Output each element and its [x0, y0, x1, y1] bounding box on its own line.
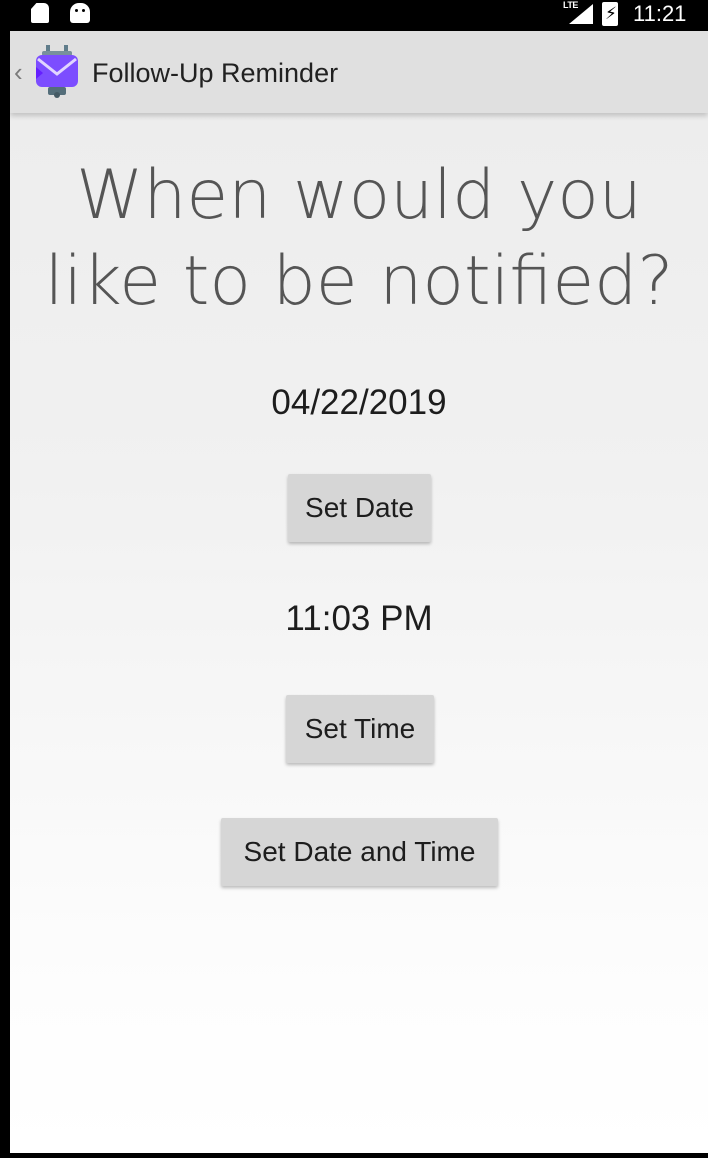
selected-time: 11:03 PM	[285, 599, 433, 638]
network-type-label: LTE	[563, 0, 578, 10]
action-bar: ‹ Follow-Up Reminder	[10, 31, 708, 113]
envelope-robot-icon[interactable]	[34, 45, 80, 99]
selected-date: 04/22/2019	[271, 383, 447, 422]
status-clock: 11:21	[633, 1, 687, 26]
android-icon	[70, 3, 90, 23]
screen-bottom-edge	[0, 1153, 708, 1158]
set-date-button[interactable]: Set Date	[288, 474, 431, 542]
toolbar-title: Follow-Up Reminder	[92, 58, 339, 88]
device-screen: LTE ⚡ 11:21 ‹ Follow-Up Reminder When wo…	[0, 0, 708, 1158]
set-date-and-time-button[interactable]: Set Date and Time	[221, 818, 498, 886]
battery-charging-icon: ⚡	[602, 2, 618, 26]
app-window: ‹ Follow-Up Reminder When would you like…	[10, 31, 708, 1153]
chevron-left-icon[interactable]: ‹	[14, 57, 23, 87]
status-bar: LTE ⚡ 11:21	[0, 0, 708, 31]
set-time-button[interactable]: Set Time	[286, 695, 434, 763]
sd-card-icon	[31, 3, 49, 23]
page-title: When would you like to be notified?	[44, 156, 674, 321]
